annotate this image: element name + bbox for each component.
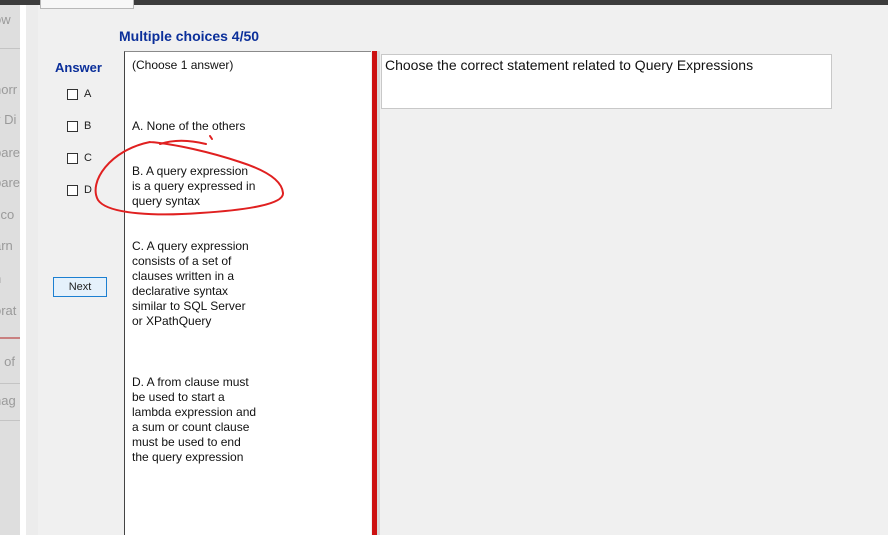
background-separator: [0, 48, 20, 49]
background-text-fragment: arn: [0, 238, 13, 253]
quiz-title: Multiple choices 4/50: [119, 28, 260, 44]
background-separator: [0, 383, 20, 384]
answer-option-c[interactable]: C: [67, 152, 92, 164]
option-letter: A: [84, 88, 92, 100]
background-separator: [0, 337, 20, 339]
option-letter: D: [84, 184, 92, 196]
background-text-fragment: ow: [0, 12, 11, 27]
answer-option-a[interactable]: A: [67, 88, 91, 100]
checkbox-d[interactable]: [67, 184, 78, 196]
answer-text-b: B. A query expression is a query express…: [132, 164, 256, 208]
checkbox-b[interactable]: [67, 120, 78, 132]
option-letter: C: [84, 152, 92, 164]
checkbox-a[interactable]: [67, 88, 78, 100]
answer-label: Answer: [55, 60, 102, 75]
answer-option-d[interactable]: D: [67, 184, 92, 196]
background-text-fragment: sco: [0, 207, 15, 222]
option-letter: B: [84, 120, 92, 132]
background-window-panel: ow norr y Di pare pare sco arn n orat s …: [0, 5, 20, 535]
answer-option-b[interactable]: B: [67, 120, 91, 132]
question-textbox: Choose the correct statement related to …: [381, 54, 832, 109]
background-text-fragment: s of: [0, 354, 15, 369]
question-text: Choose the correct statement related to …: [385, 57, 754, 73]
panel-gutter: [26, 5, 38, 535]
splitter-edge: [377, 51, 380, 535]
background-text-fragment: n: [0, 271, 20, 286]
background-text-fragment: nag: [0, 393, 16, 408]
background-text-fragment: norr: [0, 82, 18, 97]
background-text-fragment: pare: [0, 145, 20, 160]
answer-text-c: C. A query expression consists of a set …: [132, 239, 249, 328]
background-text-fragment: orat: [0, 303, 17, 318]
answer-text-d: D. A from clause must be used to start a…: [132, 375, 257, 464]
choose-instruction: (Choose 1 answer): [132, 58, 234, 72]
tab-strip[interactable]: [40, 0, 134, 9]
checkbox-c[interactable]: [67, 152, 78, 164]
next-button[interactable]: Next: [53, 277, 107, 297]
background-text-fragment: pare: [0, 175, 20, 190]
background-separator: [0, 420, 20, 421]
answer-text-a: A. None of the others: [132, 119, 246, 133]
background-text-fragment: y Di: [0, 112, 17, 127]
